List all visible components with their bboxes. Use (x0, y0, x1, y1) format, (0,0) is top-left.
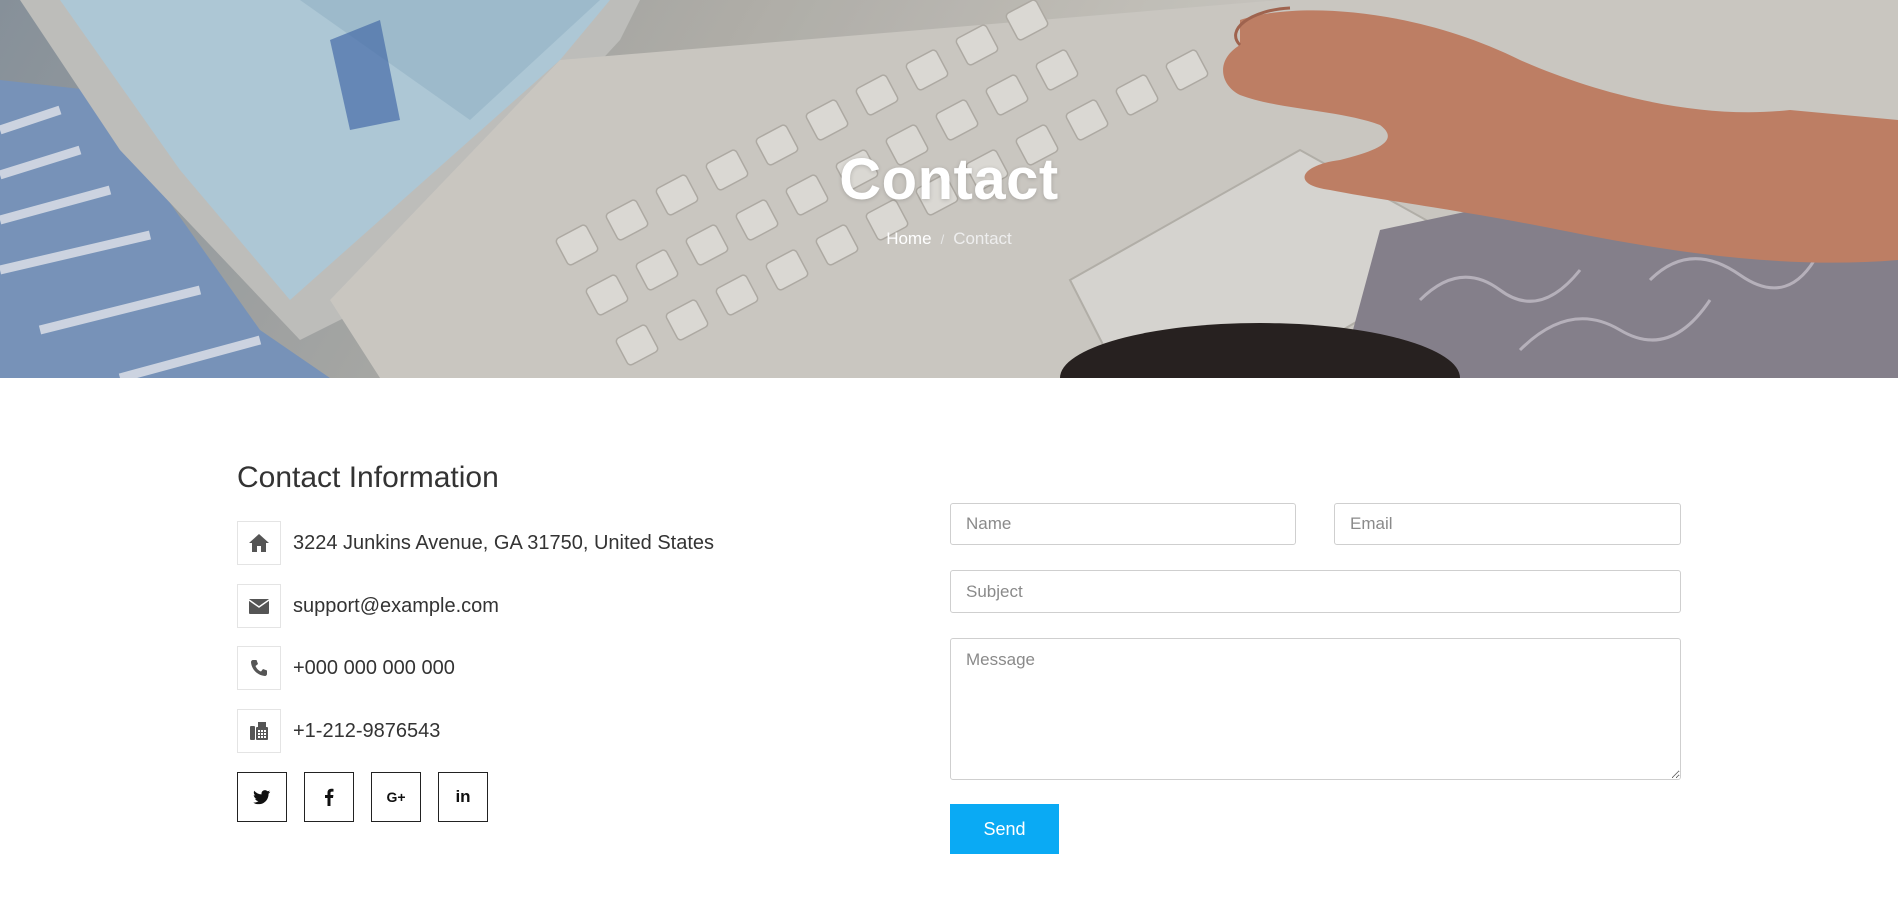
breadcrumb-home-link[interactable]: Home (886, 229, 931, 248)
linkedin-button[interactable]: in (438, 772, 488, 822)
facebook-icon (325, 788, 334, 806)
contact-fax-text: +1-212-9876543 (293, 719, 441, 742)
breadcrumb-separator: / (940, 232, 945, 247)
contact-email-row: support@example.com (237, 584, 499, 628)
contact-fax-row: +1-212-9876543 (237, 709, 440, 753)
contact-phone-row: +000 000 000 000 (237, 646, 455, 690)
linkedin-icon: in (455, 787, 471, 806)
breadcrumb-current: Contact (953, 229, 1012, 248)
home-icon (237, 521, 281, 565)
breadcrumb: Home / Contact (0, 229, 1898, 249)
send-button[interactable]: Send (950, 804, 1059, 854)
contact-info-title: Contact Information (237, 461, 499, 494)
twitter-button[interactable] (237, 772, 287, 822)
message-textarea[interactable] (950, 638, 1681, 780)
envelope-icon (237, 584, 281, 628)
name-input[interactable] (950, 503, 1296, 545)
facebook-button[interactable] (304, 772, 354, 822)
phone-icon (237, 646, 281, 690)
fax-icon (237, 709, 281, 753)
social-links: G+ in (237, 772, 505, 822)
contact-address-text: 3224 Junkins Avenue, GA 31750, United St… (293, 531, 715, 554)
email-input[interactable] (1334, 503, 1681, 545)
contact-address-row: 3224 Junkins Avenue, GA 31750, United St… (237, 521, 714, 565)
page-title: Contact (839, 147, 1059, 212)
contact-email-text: support@example.com (293, 594, 499, 617)
google-plus-icon: G+ (386, 789, 406, 805)
google-plus-button[interactable]: G+ (371, 772, 421, 822)
twitter-icon (253, 789, 271, 804)
subject-input[interactable] (950, 570, 1681, 613)
hero-banner: Contact Home / Contact (0, 0, 1898, 378)
contact-phone-text: +000 000 000 000 (293, 656, 455, 679)
